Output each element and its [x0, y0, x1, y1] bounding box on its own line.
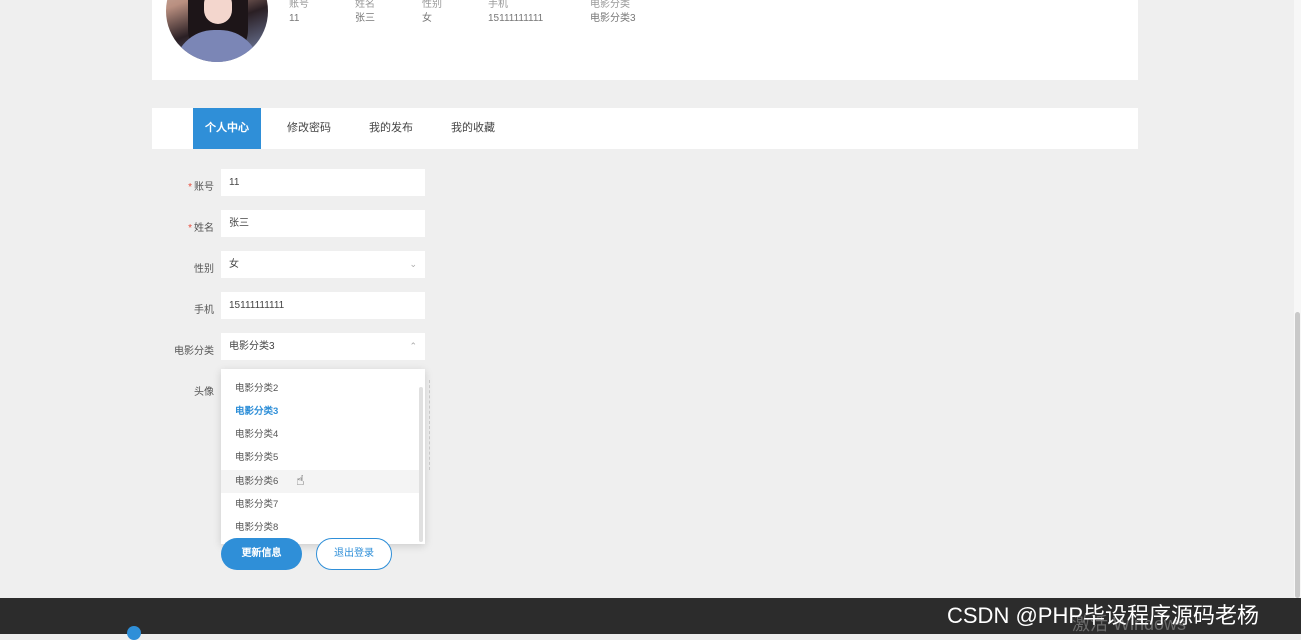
tab-personal-center[interactable]: 个人中心 — [193, 108, 261, 149]
tab-my-posts[interactable]: 我的发布 — [355, 108, 427, 149]
profile-name: 姓名 张三 — [355, 0, 375, 24]
dropdown-item[interactable]: 电影分类7 — [221, 493, 419, 516]
phone-label: 手机 — [194, 305, 214, 316]
phone-input[interactable]: 15111111111 — [221, 292, 425, 319]
update-info-button[interactable]: 更新信息 — [221, 538, 302, 570]
gender-label: 性别 — [194, 264, 214, 275]
dropdown-item[interactable]: 电影分类5 — [221, 446, 419, 469]
category-dropdown: … 电影分类2 电影分类3 电影分类4 电影分类5 电影分类6 电影分类7 电影… — [221, 369, 425, 544]
csdn-watermark: CSDN @PHP毕设程序源码老杨 — [947, 603, 1260, 628]
account-label: * 账号 — [188, 182, 214, 193]
dropdown-item-hovered[interactable]: 电影分类6 — [221, 470, 419, 493]
avatar — [166, 0, 268, 62]
chevron-up-icon: ⌃ — [409, 341, 417, 351]
logout-button[interactable]: 退出登录 — [316, 538, 392, 570]
hand-cursor-icon: ☝ — [296, 472, 305, 488]
gender-select[interactable]: 女 ⌄ — [221, 251, 425, 278]
dropdown-item-selected[interactable]: 电影分类3 — [221, 400, 419, 423]
avatar-upload[interactable] — [425, 380, 430, 470]
account-input[interactable]: 11 — [221, 169, 425, 196]
dropdown-item[interactable]: 电影分类8 — [221, 516, 419, 539]
tab-change-password[interactable]: 修改密码 — [273, 108, 345, 149]
avatar-label: 头像 — [194, 387, 214, 398]
gender-value: 女 — [229, 259, 239, 270]
tab-my-favorites[interactable]: 我的收藏 — [437, 108, 509, 149]
category-label: 电影分类 — [174, 346, 214, 357]
tab-bar: 个人中心 修改密码 我的发布 我的收藏 — [152, 108, 1138, 149]
profile-phone: 手机 15111111111 — [488, 0, 544, 24]
profile-card: 账号 11 姓名 张三 性别 女 手机 15111111111 电影分类 电影分… — [152, 0, 1138, 80]
name-label: * 姓名 — [188, 223, 214, 234]
footer-logo-icon — [127, 626, 141, 640]
dropdown-item[interactable]: 电影分类4 — [221, 423, 419, 446]
category-select[interactable]: 电影分类3 ⌃ — [221, 333, 425, 360]
chevron-down-icon: ⌄ — [409, 259, 417, 269]
profile-category: 电影分类 电影分类3 — [590, 0, 636, 24]
profile-account: 账号 11 — [289, 0, 309, 24]
category-value: 电影分类3 — [229, 341, 275, 352]
dropdown-item[interactable]: 电影分类2 — [221, 377, 419, 400]
dropdown-scrollbar[interactable] — [419, 387, 423, 542]
profile-gender: 性别 女 — [422, 0, 442, 24]
page-scrollbar-thumb[interactable] — [1295, 312, 1300, 598]
name-input[interactable]: 张三 — [221, 210, 425, 237]
